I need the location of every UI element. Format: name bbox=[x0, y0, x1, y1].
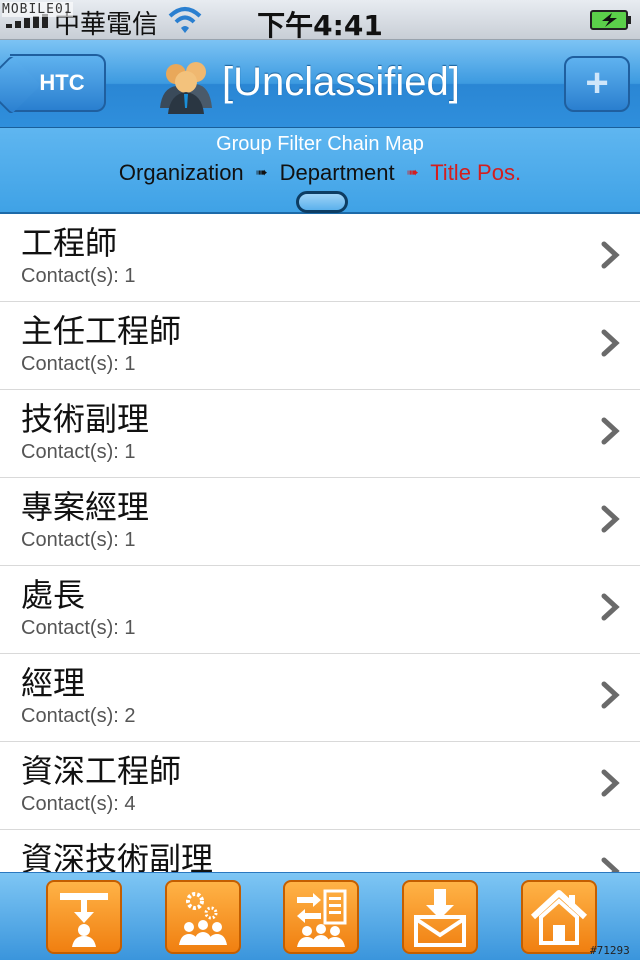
list-item-contact-count: Contact(s): 1 bbox=[21, 265, 136, 287]
group-people-icon bbox=[160, 62, 212, 114]
chevron-right-icon bbox=[601, 769, 620, 797]
chevron-right-icon bbox=[601, 241, 620, 269]
clock-time: 下午4:41 bbox=[257, 9, 383, 42]
list-item[interactable]: 資深技術副理 bbox=[0, 830, 640, 872]
org-hierarchy-button[interactable] bbox=[46, 880, 122, 954]
filter-chain-panel: Group Filter Chain Map Organization ➠ De… bbox=[0, 128, 640, 214]
list-item[interactable]: 主任工程師 Contact(s): 1 bbox=[0, 302, 640, 390]
list-item-title: 技術副理 bbox=[21, 400, 150, 438]
list-item-title: 資深技術副理 bbox=[21, 840, 214, 872]
back-button[interactable]: HTC bbox=[10, 54, 106, 112]
download-mail-icon bbox=[414, 889, 466, 947]
download-mail-button[interactable] bbox=[402, 880, 478, 954]
list-item[interactable]: 處長 Contact(s): 1 bbox=[0, 566, 640, 654]
group-settings-button[interactable] bbox=[165, 880, 241, 954]
list-item-contact-count: Contact(s): 1 bbox=[21, 441, 136, 463]
page-title: [Unclassified] bbox=[222, 60, 460, 104]
filter-chain: Organization ➠ Department ➠ Title Pos. bbox=[0, 160, 640, 186]
chain-arrow-icon: ➠ bbox=[255, 164, 268, 180]
chain-item-title-position[interactable]: Title Pos. bbox=[430, 160, 521, 185]
chevron-right-icon bbox=[601, 857, 620, 872]
list-item-contact-count: Contact(s): 4 bbox=[21, 793, 136, 815]
chevron-right-icon bbox=[601, 593, 620, 621]
list-item[interactable]: 專案經理 Contact(s): 1 bbox=[0, 478, 640, 566]
status-bar: 中華電信 MOBILE01 下午4:41 bbox=[0, 0, 640, 42]
bottom-toolbar bbox=[0, 872, 640, 960]
back-button-label: HTC bbox=[39, 70, 85, 95]
chevron-right-icon bbox=[601, 417, 620, 445]
transfer-list-button[interactable] bbox=[283, 880, 359, 954]
list-item[interactable]: 技術副理 Contact(s): 1 bbox=[0, 390, 640, 478]
filter-chain-title: Group Filter Chain Map bbox=[216, 133, 424, 155]
list-item-title: 主任工程師 bbox=[21, 312, 182, 350]
list-item-contact-count: Contact(s): 1 bbox=[21, 529, 136, 551]
chain-item-department[interactable]: Department bbox=[280, 160, 395, 185]
transfer-list-icon bbox=[297, 889, 347, 947]
chevron-right-icon bbox=[601, 329, 620, 357]
chain-item-organization[interactable]: Organization bbox=[119, 160, 244, 185]
group-settings-icon bbox=[179, 892, 227, 945]
list-item-title: 經理 bbox=[21, 664, 86, 702]
home-button[interactable] bbox=[521, 880, 597, 954]
list-item[interactable]: 資深工程師 Contact(s): 4 bbox=[0, 742, 640, 830]
drag-handle[interactable] bbox=[296, 191, 348, 213]
add-button[interactable]: + bbox=[564, 56, 630, 112]
list-item-contact-count: Contact(s): 1 bbox=[21, 353, 136, 375]
chain-arrow-icon: ➠ bbox=[406, 164, 419, 180]
list-item[interactable]: 經理 Contact(s): 2 bbox=[0, 654, 640, 742]
home-icon bbox=[530, 890, 588, 945]
list-item-title: 資深工程師 bbox=[21, 752, 182, 790]
chevron-right-icon bbox=[601, 681, 620, 709]
list-item[interactable]: 工程師 Contact(s): 1 bbox=[0, 214, 640, 302]
list-item-title: 處長 bbox=[21, 576, 86, 614]
navigation-bar: HTC [Unclassified] + bbox=[0, 40, 640, 128]
list-item-title: 專案經理 bbox=[21, 488, 150, 526]
list-item-contact-count: Contact(s): 2 bbox=[21, 705, 136, 727]
chevron-right-icon bbox=[601, 505, 620, 533]
list-item-title: 工程師 bbox=[21, 224, 118, 262]
title-position-list: 工程師 Contact(s): 1 主任工程師 Contact(s): 1 技術… bbox=[0, 214, 640, 872]
list-item-contact-count: Contact(s): 1 bbox=[21, 617, 136, 639]
battery-charging-icon bbox=[590, 10, 631, 30]
image-id-watermark: #71293 bbox=[590, 944, 630, 957]
org-hierarchy-icon bbox=[60, 893, 108, 947]
